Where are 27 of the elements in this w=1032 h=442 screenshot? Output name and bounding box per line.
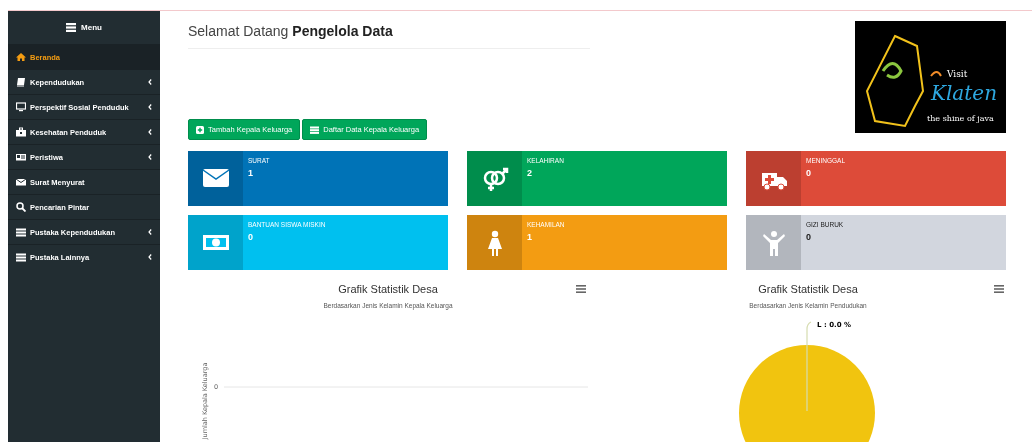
info-box-value: 0 [248, 232, 254, 242]
home-icon [16, 52, 26, 62]
monitor-icon [16, 102, 26, 112]
info-box-value: 2 [527, 168, 533, 178]
plus-square-icon [196, 125, 204, 134]
list-icon [16, 252, 26, 262]
logo-text: the shine of java [927, 114, 994, 123]
info-box-value: 0 [806, 168, 812, 178]
list-icon [310, 125, 320, 134]
menu-title: Menu [81, 23, 102, 32]
menu-icon[interactable] [576, 285, 586, 293]
list-icon [16, 227, 26, 237]
chart-title: Grafik Statistik Desa [338, 283, 438, 295]
logo-text: Klaten [931, 81, 997, 105]
page-title: Selamat Datang Pengelola Data [188, 23, 590, 49]
envelope-icon [16, 177, 26, 187]
book-icon [16, 77, 26, 87]
info-box-value: 1 [248, 168, 254, 178]
briefcase-icon [16, 127, 26, 137]
menu-icon [66, 23, 77, 32]
info-box-value: 0 [806, 232, 812, 242]
info-box-value: 1 [527, 232, 533, 242]
logo-text: Visit [947, 69, 968, 79]
chart-title: Grafik Statistik Desa [758, 283, 858, 295]
search-icon [16, 202, 26, 212]
menu-icon[interactable] [994, 285, 1004, 293]
id-card-icon [16, 152, 26, 162]
